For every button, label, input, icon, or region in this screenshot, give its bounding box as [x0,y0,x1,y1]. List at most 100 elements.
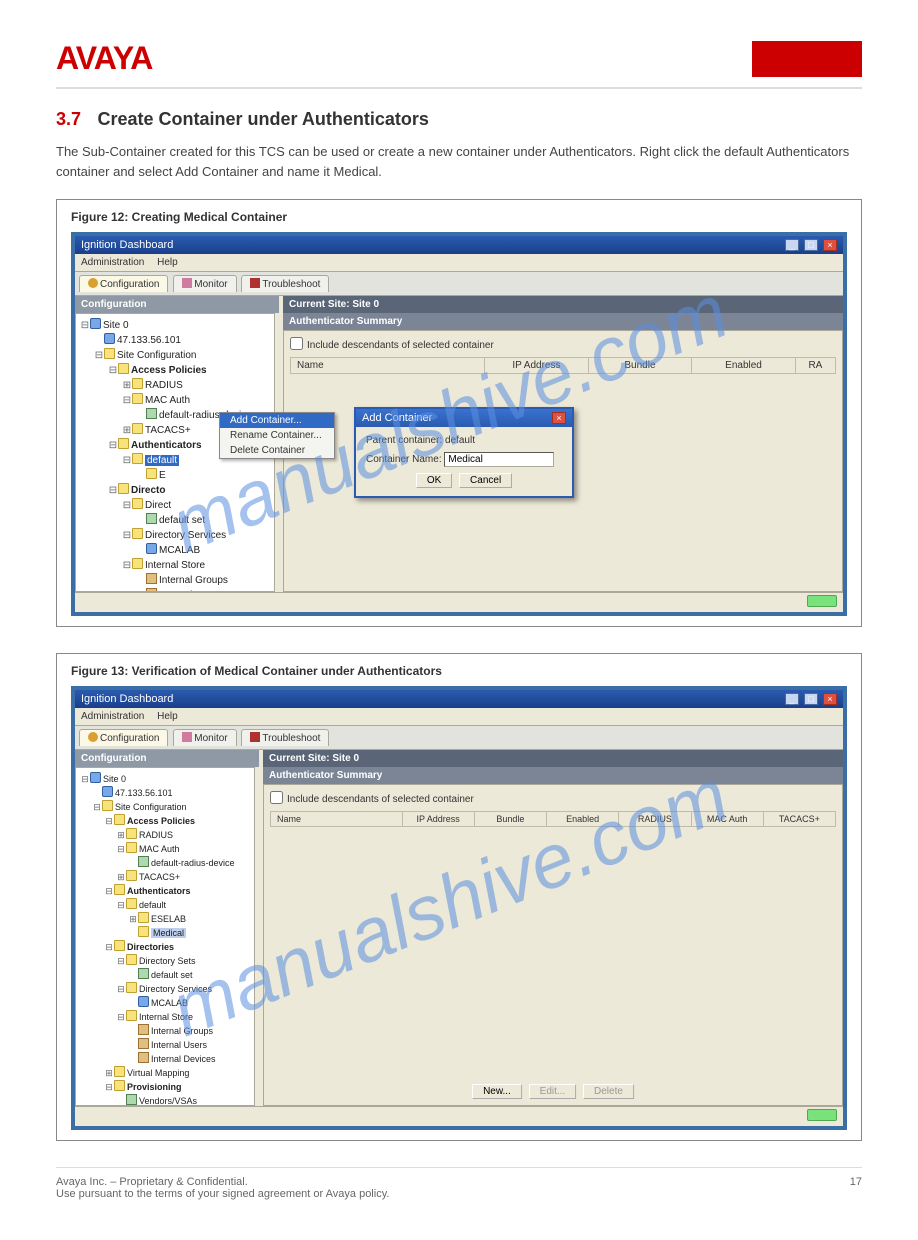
col-bundle[interactable]: Bundle [589,358,693,373]
col-ra: RA [796,358,835,373]
auth-summary-header-2: Authenticator Summary [263,767,843,784]
section-title: Create Container under Authenticators [97,109,428,129]
page-number: 17 [850,1176,862,1200]
col-enabled[interactable]: Enabled [692,358,796,373]
device-icon [138,856,149,867]
folder-icon [126,828,137,839]
gear-icon [88,732,98,742]
columns-header-1: Name IP Address Bundle Enabled RA [290,357,836,374]
dialog-close-icon[interactable]: × [552,412,566,424]
folder-icon [138,926,149,937]
include-desc-checkbox[interactable] [290,337,303,350]
maximize-icon[interactable]: □ [804,693,818,705]
device-icon [138,1052,149,1063]
section-body: The Sub-Container created for this TCS c… [56,142,862,181]
chart-icon [182,732,192,742]
tab-monitor[interactable]: Monitor [173,729,236,746]
folder-icon [132,558,143,569]
window-titlebar-1: Ignition Dashboard _ □ × [75,236,843,254]
container-name-input[interactable] [444,452,554,467]
folder-icon [126,870,137,881]
config-tree-2[interactable]: ⊟Site 0 47.133.56.101 ⊟Site Configuratio… [75,767,255,1106]
columns-header-2: Name IP Address Bundle Enabled RADIUS MA… [270,811,836,827]
current-site-header-2: Current Site: Site 0 [263,750,843,767]
tab-configuration[interactable]: Configuration [79,729,168,746]
wrench-icon [250,732,260,742]
minimize-icon[interactable]: _ [785,693,799,705]
window-controls-2: _ □ × [783,693,837,705]
menubar-1: Administration Help [75,254,843,272]
site-icon [90,772,101,783]
col-ip[interactable]: IP Address [485,358,589,373]
section-number: 3.7 [56,109,81,130]
col-macauth[interactable]: MAC Auth [692,812,764,826]
context-menu: Add Container... Rename Container... Del… [219,412,335,459]
statusbar-1 [75,592,843,612]
include-desc-checkbox[interactable] [270,791,283,804]
folder-icon [118,483,129,494]
current-site-header-1: Current Site: Site 0 [283,296,843,313]
col-name[interactable]: Name [271,812,403,826]
user-icon [146,588,157,592]
col-ip[interactable]: IP Address [403,812,475,826]
close-icon[interactable]: × [823,239,837,251]
header-rule [56,87,862,89]
dialog-cancel-button[interactable]: Cancel [459,473,512,488]
db-icon [146,543,157,554]
menu-help[interactable]: Help [157,257,178,268]
edit-button: Edit... [529,1084,577,1099]
statusbar-2 [75,1106,843,1126]
folder-icon [114,814,125,825]
set-icon [146,513,157,524]
dialog-ok-button[interactable]: OK [416,473,452,488]
server-icon [102,786,113,797]
group-icon [146,573,157,584]
action-buttons: New... Edit... Delete [470,1084,636,1099]
menu-help[interactable]: Help [157,711,178,722]
config-panel-header-1: Configuration [75,296,279,313]
figure-13-box: Figure 13: Verification of Medical Conta… [56,653,862,1141]
window-title-1: Ignition Dashboard [81,239,173,251]
tab-configuration[interactable]: Configuration [79,275,168,292]
folder-icon [126,982,137,993]
tab-troubleshoot[interactable]: Troubleshoot [241,729,329,746]
ctx-add-container[interactable]: Add Container... [220,413,334,428]
ctx-rename-container[interactable]: Rename Container... [220,428,334,443]
footer-text: Avaya Inc. – Proprietary & Confidential.… [56,1176,389,1200]
folder-icon [114,1080,125,1091]
parent-container-value: default [445,435,475,446]
tree-node-default[interactable]: default [145,455,179,466]
page-footer: Avaya Inc. – Proprietary & Confidential.… [56,1167,862,1200]
chart-icon [182,278,192,288]
col-radius[interactable]: RADIUS [619,812,691,826]
folder-icon [118,363,129,374]
menubar-2: Administration Help [75,708,843,726]
status-indicator-icon [807,1109,837,1121]
col-tacacs[interactable]: TACACS+ [764,812,835,826]
wrench-icon [250,278,260,288]
tab-monitor[interactable]: Monitor [173,275,236,292]
device-icon [146,408,157,419]
minimize-icon[interactable]: _ [785,239,799,251]
menu-admin[interactable]: Administration [81,711,144,722]
new-button[interactable]: New... [472,1084,522,1099]
tree-node-medical[interactable]: Medical [151,928,186,938]
screenshot-2: manualshive.com Ignition Dashboard _ □ ×… [71,686,847,1130]
tab-troubleshoot[interactable]: Troubleshoot [241,275,329,292]
folder-icon [132,423,143,434]
col-bundle[interactable]: Bundle [475,812,547,826]
window-titlebar-2: Ignition Dashboard _ □ × [75,690,843,708]
dialog-title: Add Container [362,412,432,424]
include-desc-checkbox-row-2: Include descendants of selected containe… [270,791,836,805]
header-redbox [752,41,862,77]
maximize-icon[interactable]: □ [804,239,818,251]
close-icon[interactable]: × [823,693,837,705]
folder-icon [126,842,137,853]
screenshot-1: manualshive.com Ignition Dashboard _ □ ×… [71,232,847,616]
menu-admin[interactable]: Administration [81,257,144,268]
brand-logo: AVAYA [56,40,152,77]
col-enabled[interactable]: Enabled [547,812,619,826]
col-name[interactable]: Name [291,358,485,373]
figure-12-caption: Figure 12: Creating Medical Container [71,210,847,224]
ctx-delete-container[interactable]: Delete Container [220,443,334,458]
